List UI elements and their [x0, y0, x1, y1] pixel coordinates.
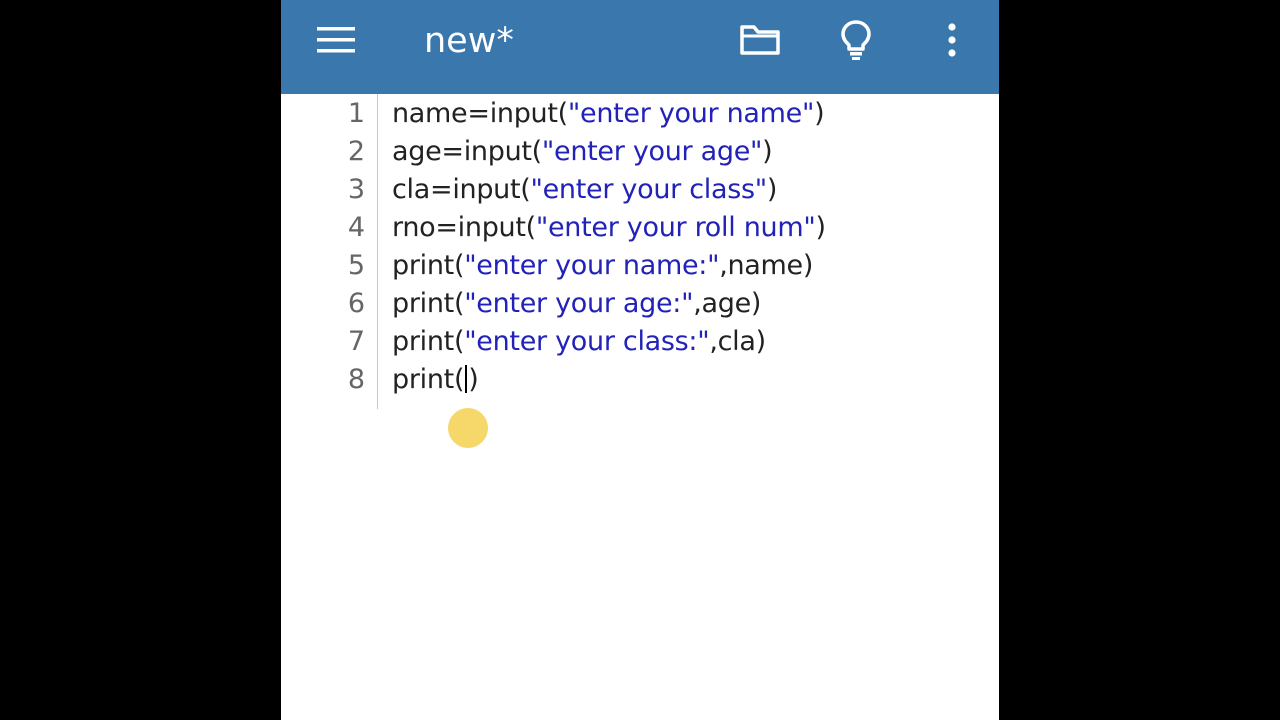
code-line[interactable]: 4 rno=input("enter your roll num") [281, 209, 999, 247]
line-number: 7 [347, 326, 365, 357]
line-number: 3 [347, 174, 365, 205]
string-literal: "enter your roll num" [535, 212, 816, 243]
code-text[interactable]: rno=input("enter your roll num") [392, 209, 826, 247]
string-literal: "enter your age:" [464, 288, 694, 319]
code-line[interactable]: 6 print("enter your age:",age) [281, 285, 999, 323]
menu-icon [317, 27, 355, 53]
code-token: ) [814, 98, 825, 129]
code-token: ) [468, 364, 479, 395]
string-literal: "enter your name:" [464, 250, 720, 281]
code-line[interactable]: 8 print() [281, 361, 999, 399]
code-text[interactable]: cla=input("enter your class") [392, 171, 777, 209]
code-token: cla=input( [392, 174, 531, 205]
code-text[interactable]: print("enter your age:",age) [392, 285, 761, 323]
hint-button[interactable] [827, 18, 885, 62]
line-number: 2 [347, 136, 365, 167]
code-token: age=input( [392, 136, 542, 167]
line-number: 1 [347, 98, 365, 129]
line-number: 4 [347, 212, 365, 243]
app-bar: new* [281, 0, 999, 94]
code-token: print( [392, 288, 465, 319]
open-folder-button[interactable] [731, 18, 789, 62]
lightbulb-icon [841, 20, 871, 60]
line-number: 6 [347, 288, 365, 319]
more-vert-icon [948, 23, 956, 57]
code-text[interactable]: print("enter your name:",name) [392, 247, 813, 285]
code-token: ) [762, 136, 773, 167]
code-token: ) [766, 174, 778, 205]
string-literal: "enter your class" [530, 174, 768, 205]
phone-screen: new* 1 name=input("enter your name") 2 a… [281, 0, 999, 720]
code-line[interactable]: 3 cla=input("enter your class") [281, 171, 999, 209]
line-number: 8 [347, 364, 365, 395]
code-text[interactable]: print() [392, 361, 479, 399]
code-token: rno=input( [392, 212, 536, 243]
code-line[interactable]: 5 print("enter your name:",name) [281, 247, 999, 285]
code-token: print( [392, 364, 465, 395]
code-token: ,age) [693, 288, 762, 319]
folder-icon [740, 25, 780, 55]
touch-indicator [448, 408, 488, 448]
code-editor[interactable]: 1 name=input("enter your name") 2 age=in… [281, 94, 999, 720]
string-literal: "enter your name" [567, 98, 815, 129]
line-number: 5 [347, 250, 365, 281]
code-token: ,cla) [709, 326, 766, 357]
string-literal: "enter your age" [541, 136, 763, 167]
text-cursor [465, 365, 468, 393]
string-literal: "enter your class:" [464, 326, 710, 357]
code-text[interactable]: name=input("enter your name") [392, 95, 825, 133]
code-token: ,name) [719, 250, 814, 281]
code-token: name=input( [392, 98, 568, 129]
more-options-button[interactable] [923, 18, 981, 62]
menu-button[interactable] [307, 18, 365, 62]
code-line[interactable]: 1 name=input("enter your name") [281, 95, 999, 133]
code-token: print( [392, 250, 465, 281]
code-text[interactable]: print("enter your class:",cla) [392, 323, 766, 361]
code-line[interactable]: 2 age=input("enter your age") [281, 133, 999, 171]
document-title: new* [424, 21, 514, 61]
code-text[interactable]: age=input("enter your age") [392, 133, 773, 171]
code-token: print( [392, 326, 465, 357]
code-line[interactable]: 7 print("enter your class:",cla) [281, 323, 999, 361]
code-token: ) [815, 212, 826, 243]
